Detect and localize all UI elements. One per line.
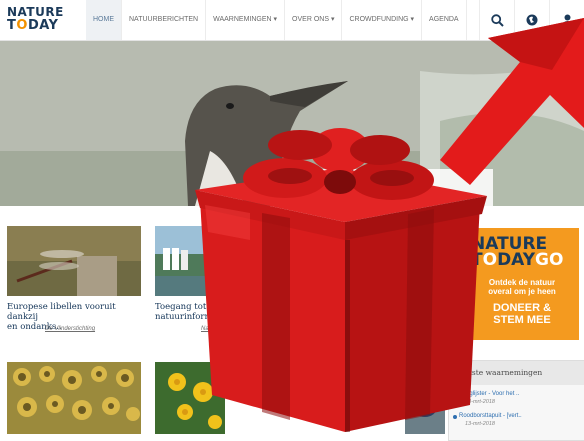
- globe-icon: [526, 14, 538, 26]
- lichen-image[interactable]: [7, 362, 141, 434]
- user-icon: [562, 14, 572, 26]
- menu-waarnemingen[interactable]: WAARNEMINGEN ▾: [206, 0, 286, 40]
- dragonfly-image: [7, 226, 141, 296]
- news-card-toegang[interactable]: Toegang tot de s… natuurinformati… Natu…: [155, 226, 290, 336]
- ad-donate-cta[interactable]: DONEER & STEM MEE: [465, 302, 579, 326]
- sighting-item-link[interactable]: Zanglijster - Voor het ..: [459, 391, 519, 397]
- marsh-marigold-image[interactable]: [155, 362, 225, 434]
- news-card-source[interactable]: De Vlinderstichting: [45, 326, 95, 332]
- sighting-item-date: 13-mrt-2018: [465, 399, 495, 405]
- search-button[interactable]: [479, 0, 514, 40]
- menu-home[interactable]: HOME: [86, 0, 122, 40]
- language-button[interactable]: [514, 0, 549, 40]
- menu-agenda[interactable]: AGENDA: [422, 0, 467, 40]
- ad-logo: NATURE TODAYGO: [471, 234, 564, 270]
- sighting-item-link[interactable]: Roodborsttapuit - [vert..: [459, 413, 522, 419]
- bullet-icon: [453, 415, 457, 419]
- menu-over-ons[interactable]: OVER ONS ▾: [285, 0, 343, 40]
- news-card-title[interactable]: Toegang tot de s… natuurinformati…: [155, 302, 295, 322]
- nav-icons: [479, 0, 584, 40]
- account-button[interactable]: [549, 0, 584, 40]
- menu-natuurberichten[interactable]: NATUURBERICHTEN: [122, 0, 207, 40]
- bullet-icon: [453, 393, 457, 397]
- nature-today-go-ad[interactable]: NATURE TODAYGO Ontdek de natuur overal o…: [465, 228, 579, 340]
- logo-line-2: TODAY: [7, 18, 59, 33]
- village-image: [155, 226, 220, 296]
- bird-thumbnail-image[interactable]: [405, 362, 445, 434]
- top-navigation: NATURE TODAY HOME NATUURBERICHTEN WAARNE…: [0, 0, 584, 41]
- main-menu: HOME NATUURBERICHTEN WAARNEMINGEN ▾ OVER…: [86, 0, 467, 40]
- menu-crowdfunding[interactable]: CROWDFUNDING ▾: [342, 0, 423, 40]
- nature-today-logo[interactable]: NATURE TODAY: [7, 6, 71, 34]
- guillemot-bird-image: [0, 41, 584, 206]
- recent-sightings-heading: Laatste waarnemingen: [449, 361, 584, 385]
- hero-caption: Vo…ning s… om … ru… prijzen … natu…: [318, 139, 400, 178]
- search-icon: [490, 13, 504, 27]
- news-card-source[interactable]: Natu…: [201, 326, 220, 332]
- sighting-item-date: 13-mrt-2018: [465, 421, 495, 427]
- hero-banner[interactable]: Vo…ning s… om … ru… prijzen … natu…: [0, 41, 584, 206]
- ad-subtitle: Ontdek de natuur overal om je heen: [488, 278, 556, 296]
- recent-sightings-widget: Laatste waarnemingen Zanglijster - Voor …: [448, 360, 584, 441]
- news-card-libellen[interactable]: Europese libellen vooruit dankzij en ond…: [7, 226, 142, 336]
